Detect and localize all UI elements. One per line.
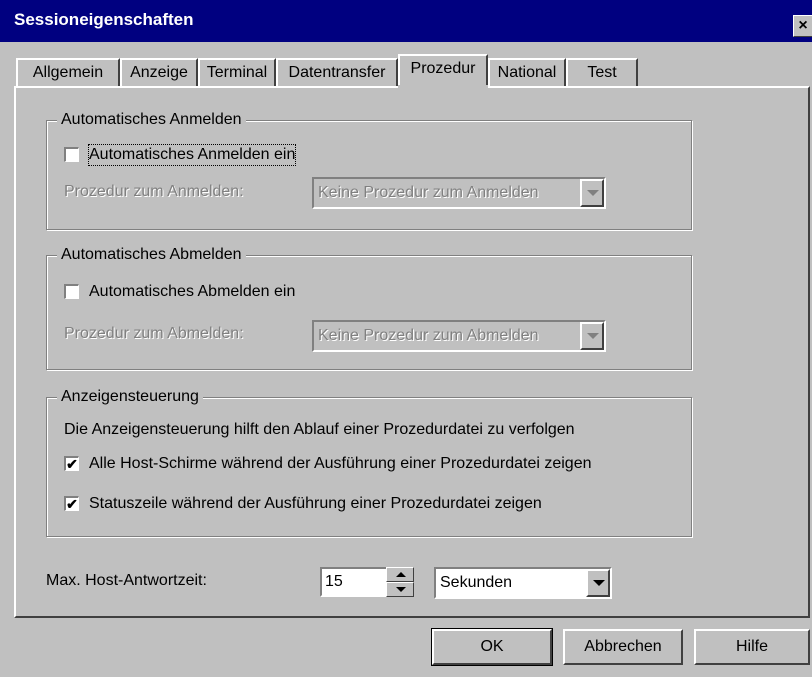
tab-allgemein[interactable]: Allgemein [16, 58, 120, 86]
logon-procedure-select[interactable]: Keine Prozedur zum Anmelden [312, 177, 606, 209]
show-status-line-checkbox[interactable]: ✔ [64, 496, 79, 511]
tab-terminal[interactable]: Terminal [198, 58, 276, 86]
ok-button[interactable]: OK [431, 628, 553, 666]
group-legend: Automatisches Abmelden [57, 245, 246, 265]
help-button[interactable]: Hilfe [694, 629, 810, 665]
dialog-window: Sessioneigenschaften × Allgemein Anzeige… [0, 0, 812, 677]
chevron-down-icon [587, 190, 599, 196]
chevron-up-icon [396, 572, 406, 577]
title-bar[interactable]: Sessioneigenschaften × [0, 0, 812, 42]
tab-datentransfer[interactable]: Datentransfer [276, 58, 398, 86]
time-unit-value: Sekunden [440, 574, 513, 591]
logon-procedure-label: Prozedur zum Anmelden: [64, 183, 244, 200]
host-response-input[interactable]: 15 [320, 567, 388, 597]
auto-logon-label[interactable]: Automatisches Anmelden ein [87, 144, 297, 166]
dropdown-button[interactable] [580, 179, 604, 207]
logoff-procedure-select[interactable]: Keine Prozedur zum Abmelden [312, 320, 606, 352]
dropdown-button[interactable] [586, 569, 610, 597]
host-response-spinner[interactable] [386, 567, 414, 597]
auto-logoff-label[interactable]: Automatisches Abmelden ein [89, 282, 295, 302]
auto-logoff-checkbox[interactable] [64, 284, 79, 299]
chevron-down-icon [396, 587, 406, 592]
host-response-value: 15 [325, 573, 343, 590]
cancel-button[interactable]: Abbrechen [563, 629, 683, 665]
auto-logon-checkbox[interactable] [64, 147, 79, 162]
spin-down-button[interactable] [386, 582, 414, 597]
tab-national[interactable]: National [488, 58, 566, 86]
group-auto-logon: Automatisches Anmelden [46, 110, 692, 230]
show-host-screens-label[interactable]: Alle Host-Schirme während der Ausführung… [89, 454, 592, 474]
display-control-description: Die Anzeigensteuerung hilft den Ablauf e… [64, 421, 575, 438]
close-icon[interactable]: × [793, 15, 812, 37]
group-legend: Automatisches Anmelden [57, 110, 246, 130]
show-host-screens-checkbox[interactable]: ✔ [64, 456, 79, 471]
time-unit-select[interactable]: Sekunden [434, 567, 612, 599]
host-response-label: Max. Host-Antwortzeit: [46, 572, 207, 589]
logon-procedure-value: Keine Prozedur zum Anmelden [318, 184, 539, 201]
chevron-down-icon [587, 333, 599, 339]
spin-up-button[interactable] [386, 567, 414, 582]
logoff-procedure-value: Keine Prozedur zum Abmelden [318, 327, 539, 344]
show-status-line-label[interactable]: Statuszeile während der Ausführung einer… [89, 494, 542, 514]
tab-test[interactable]: Test [566, 58, 638, 86]
group-legend: Anzeigensteuerung [57, 387, 203, 407]
tab-prozedur[interactable]: Prozedur [398, 54, 488, 88]
active-tab-joint [398, 85, 488, 89]
tab-anzeige[interactable]: Anzeige [120, 58, 198, 86]
dropdown-button[interactable] [580, 322, 604, 350]
chevron-down-icon [593, 580, 605, 586]
group-auto-logoff: Automatisches Abmelden [46, 245, 692, 370]
window-title: Sessioneigenschaften [14, 10, 194, 29]
logoff-procedure-label: Prozedur zum Abmelden: [64, 325, 244, 342]
